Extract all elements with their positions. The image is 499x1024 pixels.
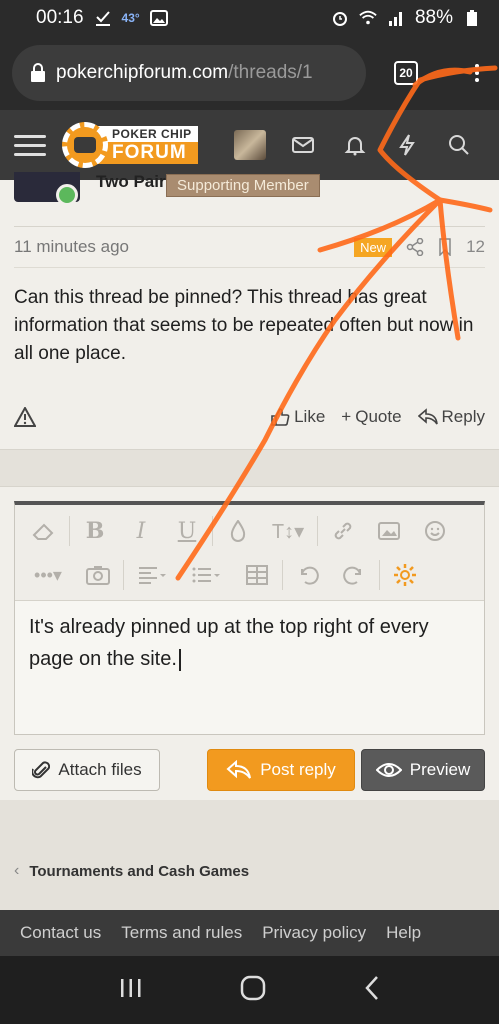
tab-switcher-button[interactable]: 20	[394, 61, 418, 85]
post-meta: 11 minutes ago New 12	[14, 226, 485, 268]
like-label: Like	[294, 407, 326, 426]
status-bar: 00:16 43° 88%	[0, 0, 499, 36]
alarm-icon	[331, 9, 349, 27]
browser-menu-button[interactable]	[475, 64, 479, 82]
editor-buttons: Attach files Post reply Preview	[14, 749, 485, 791]
search-icon[interactable]	[444, 134, 474, 156]
eye-icon	[375, 763, 402, 777]
post-card: Two Pair Supporting Member 11 minutes ag…	[0, 172, 499, 450]
breadcrumb[interactable]: ‹ Tournaments and Cash Games	[14, 862, 249, 880]
battery-icon	[463, 9, 481, 27]
post-actions: Like + Quote Reply	[14, 402, 485, 432]
site-footer: Contact us Terms and rules Privacy polic…	[0, 910, 499, 956]
footer-link-terms[interactable]: Terms and rules	[121, 923, 242, 943]
plus-icon: +	[341, 407, 352, 426]
bookmark-icon[interactable]	[438, 238, 452, 256]
table-icon[interactable]	[234, 553, 280, 597]
logo-bottom-text: FORUM	[98, 142, 198, 164]
forum-header: POKER CHIP FORUM	[0, 110, 499, 180]
link-icon[interactable]	[320, 509, 366, 553]
redo-icon[interactable]	[331, 553, 377, 597]
chevron-left-icon: ‹	[14, 862, 20, 879]
reply-text: It's already pinned up at the top right …	[29, 616, 429, 670]
reply-button[interactable]: Reply	[417, 407, 485, 427]
status-temperature: 43°	[121, 11, 140, 25]
url-host: pokerchipforum.com	[56, 62, 229, 83]
post-author[interactable]: Two Pair	[96, 172, 166, 192]
home-icon[interactable]	[239, 974, 267, 1007]
align-icon[interactable]	[126, 553, 180, 597]
bottom-spacer	[0, 800, 499, 910]
text-size-icon[interactable]: T↕▾	[261, 509, 315, 553]
color-drop-icon[interactable]	[215, 509, 261, 553]
poker-chip-icon	[62, 122, 108, 168]
lock-icon	[30, 63, 46, 83]
italic-icon[interactable]: I	[118, 509, 164, 553]
reply-text-input[interactable]: It's already pinned up at the top right …	[15, 601, 484, 685]
reply-editor: B I U T↕▾ •••▾ It's already pinned up at…	[14, 501, 485, 735]
menu-icon[interactable]	[14, 134, 46, 156]
preview-button[interactable]: Preview	[361, 749, 485, 791]
attach-files-button[interactable]: Attach files	[14, 749, 160, 791]
paperclip-icon	[32, 761, 51, 779]
more-options-icon[interactable]: •••▾	[21, 553, 75, 597]
post-reply-label: Post reply	[260, 760, 336, 779]
download-done-icon	[94, 9, 112, 27]
status-time: 00:16	[36, 7, 84, 28]
text-caret	[178, 648, 181, 671]
recent-apps-icon[interactable]	[118, 977, 144, 1004]
footer-link-help[interactable]: Help	[386, 923, 421, 943]
battery-percent: 88%	[414, 7, 453, 28]
forum-logo[interactable]: POKER CHIP FORUM	[62, 119, 212, 171]
gallery-icon	[149, 9, 168, 27]
post-body: Can this thread be pinned? This thread h…	[14, 287, 474, 364]
share-icon[interactable]	[406, 238, 424, 256]
logo-top-text: POKER CHIP	[98, 126, 198, 142]
like-button[interactable]: Like	[270, 407, 325, 427]
back-icon[interactable]	[363, 975, 381, 1006]
post-time[interactable]: 11 minutes ago	[14, 237, 129, 257]
post-reply-button[interactable]: Post reply	[207, 749, 355, 791]
wifi-icon	[359, 9, 377, 27]
eraser-icon[interactable]	[21, 509, 67, 553]
online-status-icon	[56, 184, 78, 206]
breadcrumb-label: Tournaments and Cash Games	[29, 862, 250, 880]
reply-icon	[417, 408, 438, 425]
undo-icon[interactable]	[285, 553, 331, 597]
emoji-icon[interactable]	[412, 509, 458, 553]
user-avatar[interactable]	[234, 130, 266, 160]
url-path: /threads/1	[228, 62, 313, 83]
post-number[interactable]: 12	[466, 237, 485, 257]
url-bar[interactable]: pokerchipforum.com/threads/1	[12, 45, 366, 101]
bell-icon[interactable]	[340, 134, 370, 156]
reply-arrow-icon	[226, 760, 252, 779]
browser-toolbar: pokerchipforum.com/threads/1 20	[0, 36, 499, 110]
reply-label: Reply	[441, 407, 485, 426]
bolt-icon[interactable]	[392, 134, 422, 156]
gear-icon[interactable]	[382, 553, 428, 597]
mail-icon[interactable]	[288, 136, 318, 154]
report-warning-icon[interactable]	[14, 407, 36, 427]
image-icon[interactable]	[366, 509, 412, 553]
camera-icon[interactable]	[75, 553, 121, 597]
footer-link-contact[interactable]: Contact us	[20, 923, 101, 943]
new-badge: New	[354, 237, 393, 257]
list-icon[interactable]	[180, 553, 234, 597]
editor-toolbar: B I U T↕▾ •••▾	[15, 505, 484, 601]
attach-files-label: Attach files	[58, 760, 142, 779]
section-divider	[0, 450, 499, 486]
member-badge: Supporting Member	[166, 174, 320, 197]
thumbs-up-icon	[271, 408, 290, 426]
preview-label: Preview	[409, 760, 471, 779]
quote-button[interactable]: + Quote	[341, 407, 401, 427]
signal-icon	[387, 9, 405, 27]
underline-icon[interactable]: U	[164, 509, 210, 553]
footer-link-privacy[interactable]: Privacy policy	[262, 923, 366, 943]
bold-icon[interactable]: B	[72, 509, 118, 553]
android-nav-bar	[0, 956, 499, 1024]
quote-label: Quote	[355, 407, 402, 426]
reply-area: B I U T↕▾ •••▾ It's already pinned up at…	[0, 486, 499, 800]
